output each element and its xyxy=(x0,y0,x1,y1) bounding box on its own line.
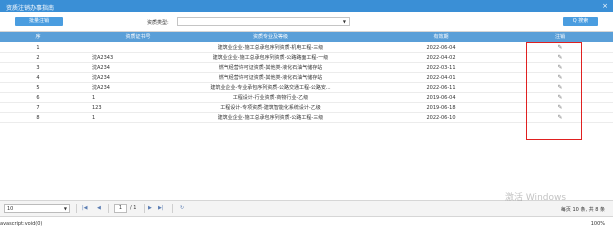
qualification-table: 序 资质证书号 资质专业及等级 有效期 注销 1 建筑业企业-施工总承包序列资质… xyxy=(0,31,613,201)
row-date: 2022-06-10 xyxy=(426,115,456,121)
header-qual: 资质专业及等级 xyxy=(252,34,288,40)
type-label: 资质类型: xyxy=(147,20,169,26)
row-qual: 燃气经营许可证资质-其他类-液化石油气储存站 xyxy=(218,75,323,81)
row-date: 2022-06-04 xyxy=(426,45,456,51)
dialog-titlebar: 资质注销办事指南 × xyxy=(0,0,613,12)
row-cert: 沈A234 xyxy=(92,65,110,71)
table-row[interactable]: 7 123 工程设计-专项资质-建筑智能化系统设计-乙级 2019-06-18 … xyxy=(0,103,613,113)
page-info: 每页 10 条, 共 8 条 xyxy=(560,207,605,213)
dialog-title: 资质注销办事指南 xyxy=(6,5,55,12)
row-no: 5 xyxy=(36,85,40,91)
row-qual: 建筑业企业-专业承包序列资质-公路交通工程-公路安... xyxy=(210,85,331,91)
page-size-value: 10 xyxy=(7,206,14,212)
row-no: 7 xyxy=(36,105,40,111)
row-cert: 沈A2343 xyxy=(92,55,114,61)
toolbar: 批量注销 资质类型: ▼ Q 搜索 xyxy=(0,12,613,31)
row-no: 4 xyxy=(36,75,40,81)
row-cert: 沈A234 xyxy=(92,75,110,81)
pager-divider xyxy=(144,204,145,213)
refresh-icon[interactable]: ↻ xyxy=(180,205,184,211)
table-row[interactable]: 3 沈A234 燃气经营许可证资质-其他类-液化石油气储存站 2022-03-1… xyxy=(0,63,613,73)
row-qual: 工程设计-专项资质-建筑智能化系统设计-乙级 xyxy=(220,105,321,111)
close-icon[interactable]: × xyxy=(602,2,608,10)
table-row[interactable]: 1 建筑业企业-施工总承包序列资质-机电工程-三级 2022-06-04 ✎ xyxy=(0,43,613,53)
header-op: 注销 xyxy=(554,34,565,40)
row-no: 6 xyxy=(36,95,40,101)
table-row[interactable]: 6 1 工程设计-行业资质-商物行业-乙级 2019-06-04 ✎ xyxy=(0,93,613,103)
type-select[interactable]: ▼ xyxy=(177,17,350,26)
row-date: 2019-06-04 xyxy=(426,95,456,101)
pagination-bar: 10 ▼ |◀ ◀ 1 / 1 ▶ ▶| ↻ 每页 10 条, 共 8 条 xyxy=(0,201,613,217)
table-row[interactable]: 5 沈A234 建筑业企业-专业承包序列资质-公路交通工程-公路安... 202… xyxy=(0,83,613,93)
row-date: 2022-04-02 xyxy=(426,55,456,61)
highlight-box xyxy=(526,42,582,140)
page-size-select[interactable]: 10 ▼ xyxy=(4,204,70,213)
row-qual: 工程设计-行业资质-商物行业-乙级 xyxy=(232,95,309,101)
row-qual: 燃气经营许可证资质-其他类-液化石油气储存站 xyxy=(218,65,323,71)
row-qual: 建筑业企业-施工总承包序列资质-公路工程-三级 xyxy=(217,115,324,121)
row-cert: 1 xyxy=(92,95,96,101)
page-number-input[interactable]: 1 xyxy=(114,204,127,213)
first-page-icon[interactable]: |◀ xyxy=(82,205,88,211)
row-cert: 123 xyxy=(92,105,102,111)
row-cert: 沈A234 xyxy=(92,85,110,91)
pager-divider xyxy=(108,204,109,213)
table-header: 序 资质证书号 资质专业及等级 有效期 注销 xyxy=(0,32,613,42)
last-page-icon[interactable]: ▶| xyxy=(158,205,164,211)
row-date: 2022-04-01 xyxy=(426,75,456,81)
header-date: 有效期 xyxy=(433,34,449,40)
batch-cancel-button[interactable]: 批量注销 xyxy=(15,17,63,26)
prev-page-icon[interactable]: ◀ xyxy=(97,205,101,211)
row-cert: 1 xyxy=(92,115,96,121)
row-date: 2019-06-18 xyxy=(426,105,456,111)
browser-status-bar: avascript:void(0) 100% xyxy=(0,217,613,233)
chevron-down-icon: ▼ xyxy=(63,206,67,211)
header-no: 序 xyxy=(35,34,41,40)
header-cert: 资质证书号 xyxy=(125,34,151,40)
row-no: 3 xyxy=(36,65,40,71)
zoom-level[interactable]: 100% xyxy=(591,221,605,227)
table-row[interactable]: 2 沈A2343 建筑业企业-施工总承包序列资质-公路路面工程-一级 2022-… xyxy=(0,53,613,63)
row-date: 2022-06-11 xyxy=(426,85,456,91)
search-button[interactable]: Q 搜索 xyxy=(563,17,598,26)
table-row[interactable]: 4 沈A234 燃气经营许可证资质-其他类-液化石油气储存站 2022-04-0… xyxy=(0,73,613,83)
row-no: 8 xyxy=(36,115,40,121)
row-qual: 建筑业企业-施工总承包序列资质-公路路面工程-一级 xyxy=(212,55,329,61)
chevron-down-icon: ▼ xyxy=(342,19,346,24)
next-page-icon[interactable]: ▶ xyxy=(148,205,152,211)
row-no: 2 xyxy=(36,55,40,61)
table-row[interactable]: 8 1 建筑业企业-施工总承包序列资质-公路工程-三级 2022-06-10 ✎ xyxy=(0,113,613,123)
pager-divider xyxy=(172,204,173,213)
pager-divider xyxy=(76,204,77,213)
page-count: / 1 xyxy=(130,205,137,211)
row-qual: 建筑业企业-施工总承包序列资质-机电工程-三级 xyxy=(217,45,324,51)
row-cert xyxy=(76,43,200,53)
row-no: 1 xyxy=(36,45,40,51)
row-date: 2022-03-11 xyxy=(426,65,456,71)
status-url: avascript:void(0) xyxy=(0,221,43,227)
